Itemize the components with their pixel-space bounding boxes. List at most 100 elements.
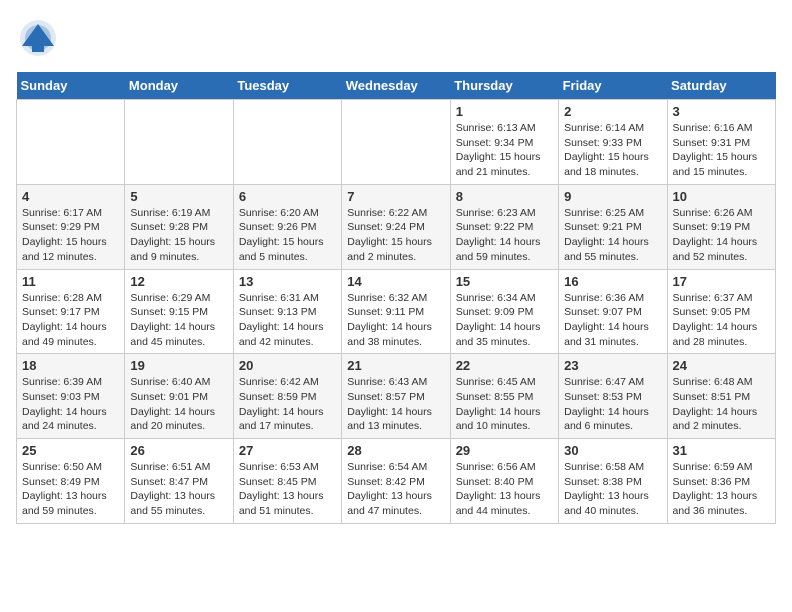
weekday-header-sunday: Sunday <box>17 72 125 100</box>
day-number: 21 <box>347 358 444 373</box>
calendar-cell: 26 Sunrise: 6:51 AMSunset: 8:47 PMDayligh… <box>125 439 233 524</box>
day-number: 29 <box>456 443 553 458</box>
day-number: 14 <box>347 274 444 289</box>
day-info: Sunrise: 6:40 AMSunset: 9:01 PMDaylight:… <box>130 375 227 434</box>
day-number: 4 <box>22 189 119 204</box>
calendar-cell: 23 Sunrise: 6:47 AMSunset: 8:53 PMDayligh… <box>559 354 667 439</box>
day-info: Sunrise: 6:48 AMSunset: 8:51 PMDaylight:… <box>673 375 770 434</box>
calendar-cell: 30 Sunrise: 6:58 AMSunset: 8:38 PMDayligh… <box>559 439 667 524</box>
day-number: 17 <box>673 274 770 289</box>
day-info: Sunrise: 6:53 AMSunset: 8:45 PMDaylight:… <box>239 460 336 519</box>
calendar-cell: 21 Sunrise: 6:43 AMSunset: 8:57 PMDayligh… <box>342 354 450 439</box>
day-number: 27 <box>239 443 336 458</box>
day-number: 6 <box>239 189 336 204</box>
calendar-cell: 3 Sunrise: 6:16 AMSunset: 9:31 PMDaylight… <box>667 100 775 185</box>
logo <box>16 16 64 60</box>
calendar-week-row: 18 Sunrise: 6:39 AMSunset: 9:03 PMDayligh… <box>17 354 776 439</box>
day-number: 12 <box>130 274 227 289</box>
logo-icon <box>16 16 60 60</box>
calendar-cell: 16 Sunrise: 6:36 AMSunset: 9:07 PMDayligh… <box>559 269 667 354</box>
calendar-cell: 17 Sunrise: 6:37 AMSunset: 9:05 PMDayligh… <box>667 269 775 354</box>
weekday-header-monday: Monday <box>125 72 233 100</box>
day-info: Sunrise: 6:16 AMSunset: 9:31 PMDaylight:… <box>673 121 770 180</box>
day-number: 19 <box>130 358 227 373</box>
day-info: Sunrise: 6:23 AMSunset: 9:22 PMDaylight:… <box>456 206 553 265</box>
weekday-header-thursday: Thursday <box>450 72 558 100</box>
day-info: Sunrise: 6:22 AMSunset: 9:24 PMDaylight:… <box>347 206 444 265</box>
day-info: Sunrise: 6:43 AMSunset: 8:57 PMDaylight:… <box>347 375 444 434</box>
calendar-cell: 27 Sunrise: 6:53 AMSunset: 8:45 PMDayligh… <box>233 439 341 524</box>
calendar-cell <box>342 100 450 185</box>
calendar-cell: 12Sunrise: 6:29 AMSunset: 9:15 PMDayligh… <box>125 269 233 354</box>
calendar-cell: 22Sunrise: 6:45 AMSunset: 8:55 PMDayligh… <box>450 354 558 439</box>
calendar-cell: 13Sunrise: 6:31 AMSunset: 9:13 PMDayligh… <box>233 269 341 354</box>
calendar-cell: 15Sunrise: 6:34 AMSunset: 9:09 PMDayligh… <box>450 269 558 354</box>
day-number: 10 <box>673 189 770 204</box>
day-info: Sunrise: 6:59 AMSunset: 8:36 PMDaylight:… <box>673 460 770 519</box>
calendar-cell <box>233 100 341 185</box>
day-number: 20 <box>239 358 336 373</box>
weekday-header-friday: Friday <box>559 72 667 100</box>
day-number: 7 <box>347 189 444 204</box>
day-number: 18 <box>22 358 119 373</box>
calendar-cell: 7 Sunrise: 6:22 AMSunset: 9:24 PMDaylight… <box>342 184 450 269</box>
day-info: Sunrise: 6:58 AMSunset: 8:38 PMDaylight:… <box>564 460 661 519</box>
day-info: Sunrise: 6:45 AMSunset: 8:55 PMDaylight:… <box>456 375 553 434</box>
day-info: Sunrise: 6:14 AMSunset: 9:33 PMDaylight:… <box>564 121 661 180</box>
day-info: Sunrise: 6:50 AMSunset: 8:49 PMDaylight:… <box>22 460 119 519</box>
day-info: Sunrise: 6:39 AMSunset: 9:03 PMDaylight:… <box>22 375 119 434</box>
calendar-cell: 10 Sunrise: 6:26 AMSunset: 9:19 PMDayligh… <box>667 184 775 269</box>
calendar-week-row: 11 Sunrise: 6:28 AMSunset: 9:17 PMDayligh… <box>17 269 776 354</box>
calendar-cell: 6 Sunrise: 6:20 AMSunset: 9:26 PMDaylight… <box>233 184 341 269</box>
weekday-header-tuesday: Tuesday <box>233 72 341 100</box>
day-info: Sunrise: 6:26 AMSunset: 9:19 PMDaylight:… <box>673 206 770 265</box>
day-number: 16 <box>564 274 661 289</box>
day-info: Sunrise: 6:36 AMSunset: 9:07 PMDaylight:… <box>564 291 661 350</box>
day-number: 24 <box>673 358 770 373</box>
calendar-cell: 11 Sunrise: 6:28 AMSunset: 9:17 PMDayligh… <box>17 269 125 354</box>
day-info: Sunrise: 6:34 AMSunset: 9:09 PMDaylight:… <box>456 291 553 350</box>
day-info: Sunrise: 6:54 AMSunset: 8:42 PMDaylight:… <box>347 460 444 519</box>
day-info: Sunrise: 6:28 AMSunset: 9:17 PMDaylight:… <box>22 291 119 350</box>
day-info: Sunrise: 6:32 AMSunset: 9:11 PMDaylight:… <box>347 291 444 350</box>
calendar-cell: 14 Sunrise: 6:32 AMSunset: 9:11 PMDayligh… <box>342 269 450 354</box>
day-number: 26 <box>130 443 227 458</box>
day-info: Sunrise: 6:20 AMSunset: 9:26 PMDaylight:… <box>239 206 336 265</box>
calendar-cell: 4 Sunrise: 6:17 AMSunset: 9:29 PMDaylight… <box>17 184 125 269</box>
calendar-week-row: 1 Sunrise: 6:13 AMSunset: 9:34 PMDaylight… <box>17 100 776 185</box>
day-number: 8 <box>456 189 553 204</box>
weekday-header-wednesday: Wednesday <box>342 72 450 100</box>
calendar-cell <box>17 100 125 185</box>
day-info: Sunrise: 6:47 AMSunset: 8:53 PMDaylight:… <box>564 375 661 434</box>
day-info: Sunrise: 6:31 AMSunset: 9:13 PMDaylight:… <box>239 291 336 350</box>
calendar-header-row: SundayMondayTuesdayWednesdayThursdayFrid… <box>17 72 776 100</box>
day-number: 30 <box>564 443 661 458</box>
day-number: 1 <box>456 104 553 119</box>
calendar-week-row: 4 Sunrise: 6:17 AMSunset: 9:29 PMDaylight… <box>17 184 776 269</box>
day-number: 2 <box>564 104 661 119</box>
day-info: Sunrise: 6:17 AMSunset: 9:29 PMDaylight:… <box>22 206 119 265</box>
day-number: 28 <box>347 443 444 458</box>
calendar-cell: 24 Sunrise: 6:48 AMSunset: 8:51 PMDayligh… <box>667 354 775 439</box>
day-info: Sunrise: 6:19 AMSunset: 9:28 PMDaylight:… <box>130 206 227 265</box>
calendar-cell <box>125 100 233 185</box>
day-number: 23 <box>564 358 661 373</box>
day-number: 5 <box>130 189 227 204</box>
day-info: Sunrise: 6:13 AMSunset: 9:34 PMDaylight:… <box>456 121 553 180</box>
calendar-cell: 25 Sunrise: 6:50 AMSunset: 8:49 PMDayligh… <box>17 439 125 524</box>
calendar-cell: 29Sunrise: 6:56 AMSunset: 8:40 PMDayligh… <box>450 439 558 524</box>
calendar-week-row: 25 Sunrise: 6:50 AMSunset: 8:49 PMDayligh… <box>17 439 776 524</box>
day-info: Sunrise: 6:37 AMSunset: 9:05 PMDaylight:… <box>673 291 770 350</box>
day-info: Sunrise: 6:42 AMSunset: 8:59 PMDaylight:… <box>239 375 336 434</box>
calendar-cell: 2 Sunrise: 6:14 AMSunset: 9:33 PMDaylight… <box>559 100 667 185</box>
day-number: 11 <box>22 274 119 289</box>
calendar-cell: 18 Sunrise: 6:39 AMSunset: 9:03 PMDayligh… <box>17 354 125 439</box>
day-number: 3 <box>673 104 770 119</box>
calendar-cell: 28 Sunrise: 6:54 AMSunset: 8:42 PMDayligh… <box>342 439 450 524</box>
day-number: 25 <box>22 443 119 458</box>
calendar-cell: 1 Sunrise: 6:13 AMSunset: 9:34 PMDaylight… <box>450 100 558 185</box>
calendar-cell: 9Sunrise: 6:25 AMSunset: 9:21 PMDaylight… <box>559 184 667 269</box>
calendar-cell: 8 Sunrise: 6:23 AMSunset: 9:22 PMDaylight… <box>450 184 558 269</box>
day-number: 31 <box>673 443 770 458</box>
day-info: Sunrise: 6:51 AMSunset: 8:47 PMDaylight:… <box>130 460 227 519</box>
